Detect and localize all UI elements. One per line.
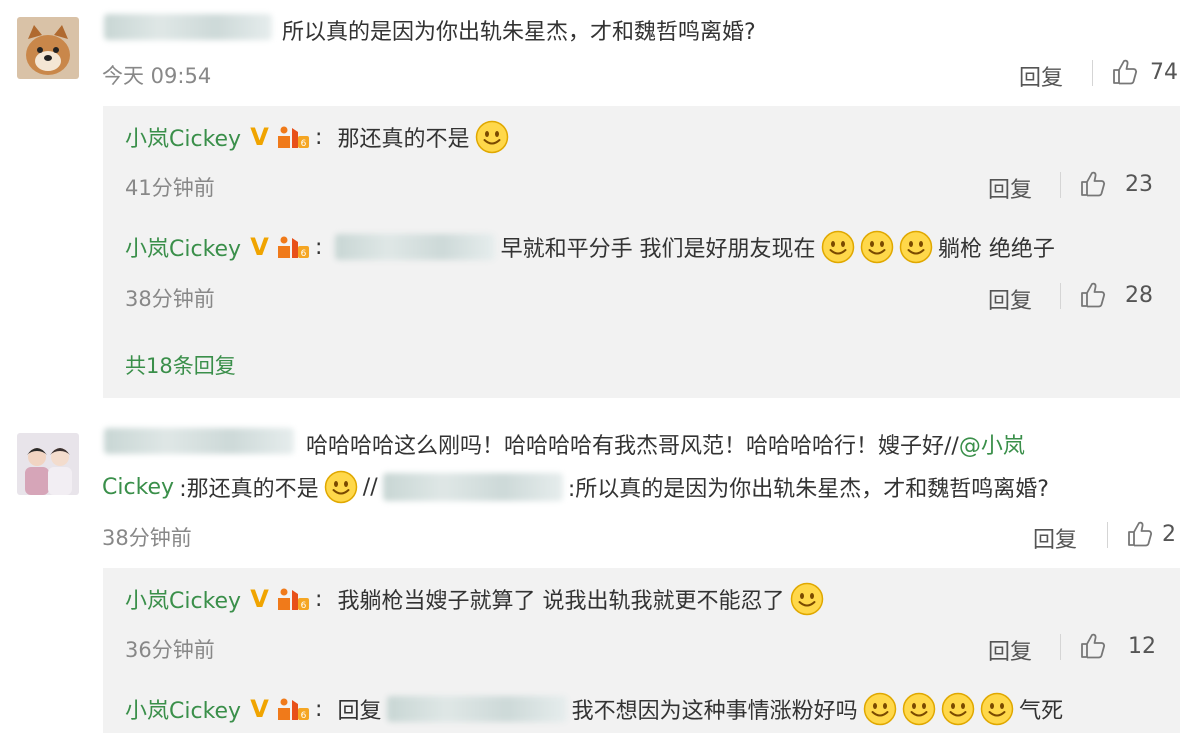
colon: : — [314, 234, 323, 260]
reply-line: 小岚Cickey V : 那还真的不是 — [125, 120, 509, 158]
thumbs-up-icon[interactable] — [1079, 170, 1107, 198]
blurred-mention — [386, 696, 567, 722]
divider — [1060, 634, 1061, 660]
colon: : — [314, 124, 323, 150]
mention-link[interactable]: @小岚 — [959, 434, 1025, 459]
username-link[interactable]: 小岚Cickey — [125, 693, 241, 725]
thumbs-up-icon[interactable] — [1079, 632, 1107, 660]
reply-line: 小岚Cickey V : 我躺枪当嫂子就算了 说我出轨我就更不能忍了 — [125, 582, 824, 620]
comment-time: 今天 09:54 — [102, 64, 212, 88]
avatar[interactable] — [17, 433, 79, 495]
reply-text: 我不想因为这种事情涨粉好吗 — [571, 699, 858, 724]
reply-button[interactable]: 回复 — [988, 634, 1032, 666]
level-badge-icon — [276, 696, 310, 722]
divider — [1060, 172, 1061, 198]
avatar[interactable] — [17, 17, 79, 79]
divider — [1092, 60, 1093, 86]
like-count: 2 — [1162, 522, 1176, 547]
reply-button[interactable]: 回复 — [988, 283, 1032, 315]
username-link[interactable]: 小岚Cickey — [125, 121, 241, 153]
reply-button[interactable]: 回复 — [988, 172, 1032, 204]
reply-text: 我躺枪当嫂子就算了 说我出轨我就更不能忍了 — [337, 589, 785, 614]
smiley-emoji — [899, 230, 933, 264]
colon: : — [314, 696, 323, 722]
smiley-emoji — [980, 692, 1014, 726]
verified-v-icon: V — [250, 695, 269, 723]
comment-time: 38分钟前 — [102, 526, 192, 550]
comment-text: 所以真的是因为你出轨朱星杰，才和魏哲鸣离婚? — [282, 20, 756, 45]
smiley-emoji — [860, 230, 894, 264]
comment-text: 哈哈哈哈这么刚吗！哈哈哈哈有我杰哥风范！哈哈哈哈行！嫂子好// — [306, 434, 959, 459]
thumbs-up-icon[interactable] — [1126, 520, 1154, 548]
smiley-emoji — [324, 470, 358, 504]
blurred-mention — [382, 473, 563, 501]
smiley-emoji — [941, 692, 975, 726]
verified-v-icon: V — [250, 233, 269, 261]
blurred-username — [104, 14, 272, 40]
reply-time: 38分钟前 — [125, 287, 215, 311]
smiley-emoji — [902, 692, 936, 726]
comment-text-line1: 哈哈哈哈这么刚吗！哈哈哈哈有我杰哥风范！哈哈哈哈行！嫂子好//@小岚 — [306, 428, 1025, 460]
colon: : — [314, 586, 323, 612]
username-link[interactable]: 小岚Cickey — [125, 583, 241, 615]
smiley-emoji — [821, 230, 855, 264]
reply-line: 小岚Cickey V : 早就和平分手 我们是好朋友现在 躺枪 绝绝子 — [125, 230, 1055, 268]
reply-text: 回复 — [337, 699, 382, 724]
thumbs-up-icon[interactable] — [1079, 281, 1107, 309]
reply-time: 36分钟前 — [125, 638, 215, 662]
smiley-emoji — [790, 582, 824, 616]
more-replies-link[interactable]: 共18条回复 — [125, 350, 236, 380]
like-count: 12 — [1128, 634, 1156, 659]
comment-text-line2: Cickey :那还真的不是 // :所以真的是因为你出轨朱星杰，才和魏哲鸣离婚… — [102, 470, 1049, 508]
comment-text: :所以真的是因为你出轨朱星杰，才和魏哲鸣离婚? — [567, 477, 1049, 502]
comment-text: :那还真的不是 — [179, 477, 319, 502]
reply-button[interactable]: 回复 — [1019, 60, 1063, 92]
verified-v-icon: V — [250, 123, 269, 151]
level-badge-icon — [276, 586, 310, 612]
mention-link[interactable]: Cickey — [102, 475, 174, 500]
reply-line: 小岚Cickey V : 回复 我不想因为这种事情涨粉好吗 气死 — [125, 692, 1063, 730]
smiley-emoji — [863, 692, 897, 726]
level-badge-icon — [276, 124, 310, 150]
like-count: 74 — [1150, 60, 1178, 85]
comment-text: // — [362, 474, 378, 500]
reply-button[interactable]: 回复 — [1033, 522, 1077, 554]
smiley-emoji — [475, 120, 509, 154]
blurred-mention — [335, 234, 496, 260]
divider — [1107, 522, 1108, 548]
reply-time: 41分钟前 — [125, 176, 215, 200]
level-badge-icon — [276, 234, 310, 260]
thumbs-up-icon[interactable] — [1111, 58, 1139, 86]
reply-text: 早就和平分手 我们是好朋友现在 — [500, 237, 816, 262]
reply-text-end: 躺枪 绝绝子 — [937, 237, 1055, 262]
username-link[interactable]: 小岚Cickey — [125, 231, 241, 263]
reply-text-end: 气死 — [1019, 699, 1064, 724]
like-count: 23 — [1125, 172, 1153, 197]
reply-text: 那还真的不是 — [337, 127, 470, 152]
like-count: 28 — [1125, 283, 1153, 308]
blurred-username — [104, 428, 294, 454]
divider — [1060, 283, 1061, 309]
verified-v-icon: V — [250, 585, 269, 613]
